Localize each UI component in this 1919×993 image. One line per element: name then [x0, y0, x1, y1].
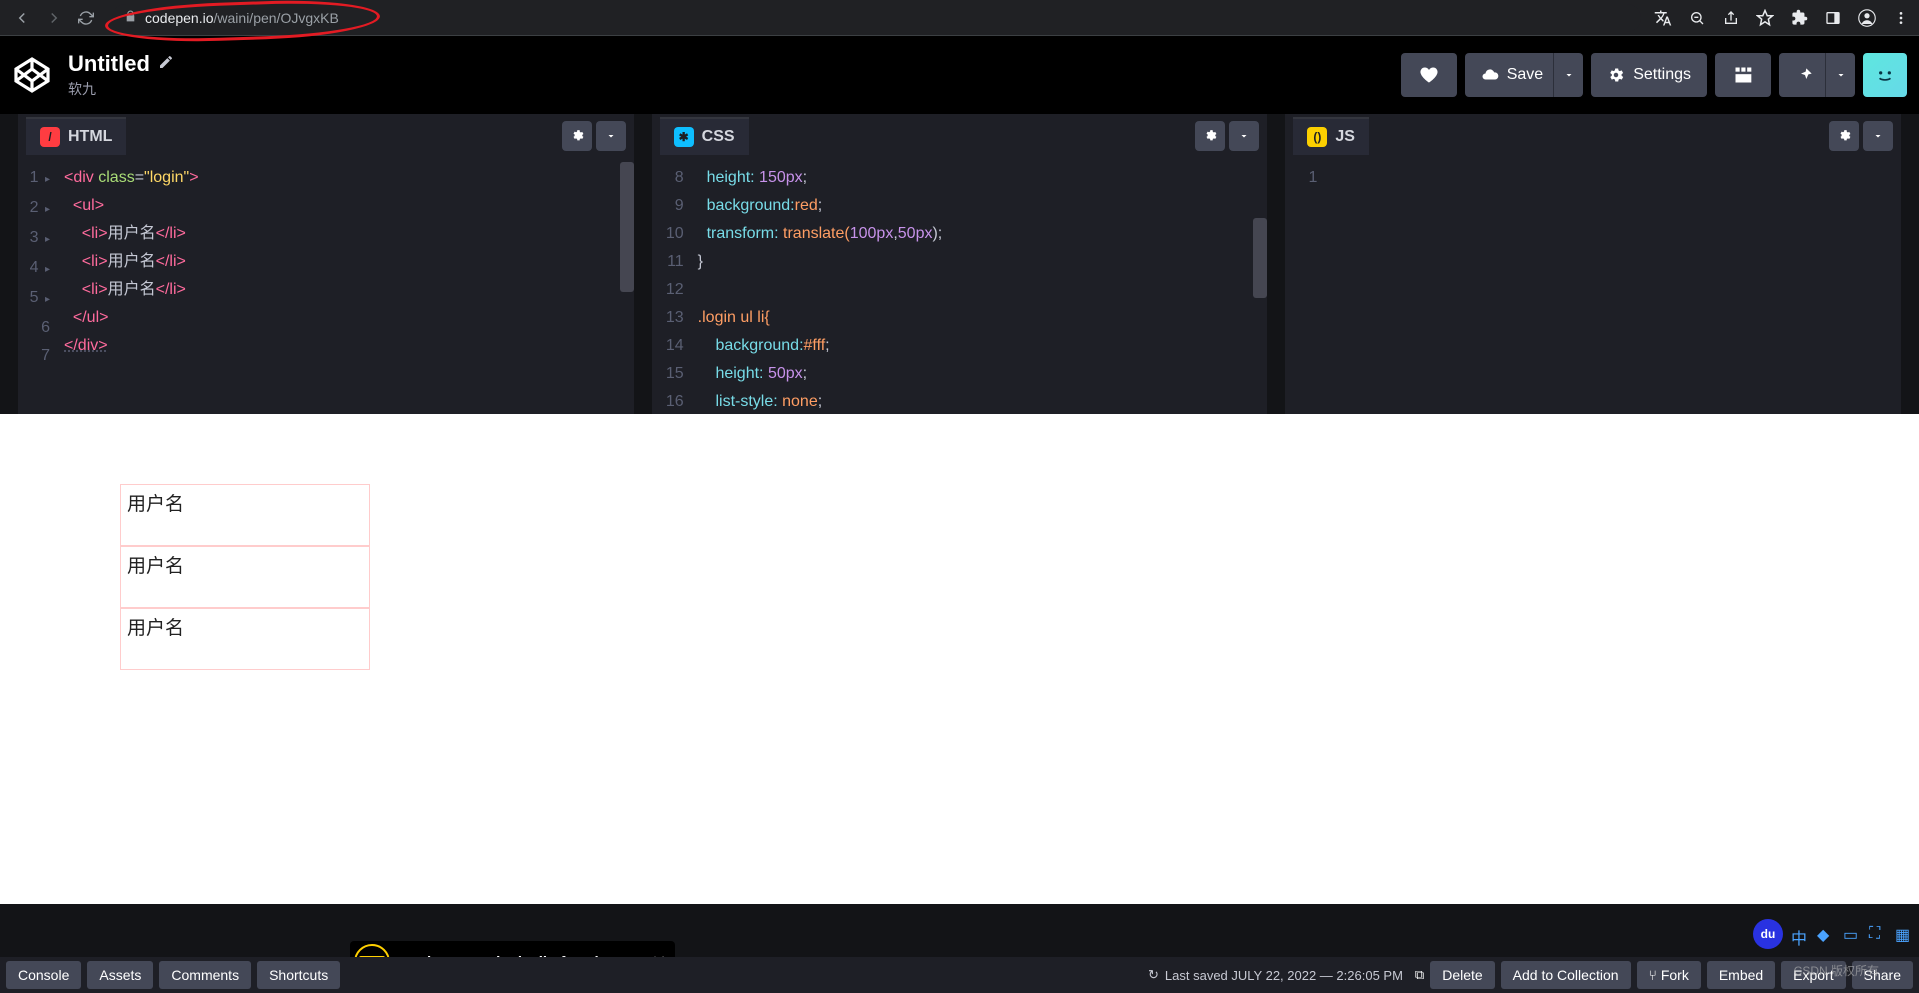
- refresh-icon: ↻: [1148, 967, 1159, 983]
- translate-icon[interactable]: [1653, 8, 1673, 28]
- css-code-area[interactable]: 8910111213141516 height: 150px; backgrou…: [652, 158, 1268, 414]
- css-editor: ✱ CSS 8910111213141516 height: 150px; ba…: [652, 114, 1268, 414]
- css-icon: ✱: [674, 127, 694, 147]
- login-output: 用户名 用户名 用户名: [120, 484, 370, 670]
- css-scrollbar[interactable]: [1253, 218, 1267, 298]
- sidepanel-icon[interactable]: [1823, 8, 1843, 28]
- like-button[interactable]: [1401, 53, 1457, 97]
- shortcuts-button[interactable]: Shortcuts: [257, 961, 340, 989]
- app-header: Untitled 软九 Save Settings: [0, 36, 1919, 114]
- js-editor: () JS 1: [1285, 114, 1901, 414]
- pin-dropdown[interactable]: [1825, 53, 1855, 97]
- ext-mini-icon[interactable]: ▦: [1895, 925, 1913, 943]
- ext-mini-icon[interactable]: ◆: [1817, 925, 1835, 943]
- user-avatar[interactable]: [1863, 53, 1907, 97]
- menu-icon[interactable]: [1891, 8, 1911, 28]
- css-settings-icon[interactable]: [1195, 121, 1225, 151]
- zoom-icon[interactable]: [1687, 8, 1707, 28]
- delete-button[interactable]: Delete: [1430, 961, 1494, 989]
- url-host: codepen.io: [145, 10, 214, 26]
- css-label: CSS: [702, 128, 735, 146]
- html-editor: / HTML 1 ▸2 ▸3 ▸4 ▸5 ▸67 <div class="log…: [18, 114, 634, 414]
- html-scrollbar[interactable]: [620, 162, 634, 292]
- profile-icon[interactable]: [1857, 8, 1877, 28]
- share-button[interactable]: Share: [1852, 961, 1913, 989]
- address-bar[interactable]: codepen.io/waini/pen/OJvgxKB: [112, 4, 1641, 32]
- embed-button[interactable]: Embed: [1707, 961, 1775, 989]
- baidu-icon[interactable]: du: [1753, 919, 1783, 949]
- html-gutter: 1 ▸2 ▸3 ▸4 ▸5 ▸67: [18, 158, 58, 414]
- save-button[interactable]: Save: [1465, 53, 1559, 97]
- footer-bar: Console Assets Comments Shortcuts ↻ Last…: [0, 957, 1919, 993]
- js-tab[interactable]: () JS: [1293, 117, 1369, 155]
- editor-row: / HTML 1 ▸2 ▸3 ▸4 ▸5 ▸67 <div class="log…: [0, 114, 1919, 414]
- save-label: Save: [1507, 66, 1543, 84]
- fork-button[interactable]: ⑂ Fork: [1637, 961, 1701, 989]
- html-label: HTML: [68, 128, 112, 146]
- edit-title-icon[interactable]: [158, 54, 174, 75]
- comments-button[interactable]: Comments: [159, 961, 251, 989]
- css-tab-bar: ✱ CSS: [652, 114, 1268, 158]
- pen-author[interactable]: 软九: [68, 79, 1393, 99]
- list-item: 用户名: [120, 546, 370, 608]
- js-settings-icon[interactable]: [1829, 121, 1859, 151]
- ext-mini-icon[interactable]: ▭: [1843, 925, 1861, 943]
- share-icon[interactable]: [1721, 8, 1741, 28]
- ext-mini-icon[interactable]: ⛶: [1869, 925, 1887, 943]
- console-button[interactable]: Console: [6, 961, 81, 989]
- html-tab-bar: / HTML: [18, 114, 634, 158]
- codepen-logo-icon[interactable]: [12, 55, 52, 95]
- js-code-area[interactable]: 1: [1285, 158, 1901, 414]
- css-dropdown-icon[interactable]: [1229, 121, 1259, 151]
- export-button[interactable]: Export: [1781, 961, 1845, 989]
- add-collection-button[interactable]: Add to Collection: [1501, 961, 1631, 989]
- html-dropdown-icon[interactable]: [596, 121, 626, 151]
- js-dropdown-icon[interactable]: [1863, 121, 1893, 151]
- html-tab[interactable]: / HTML: [26, 117, 126, 155]
- browser-extensions: [1653, 8, 1911, 28]
- browser-toolbar: codepen.io/waini/pen/OJvgxKB: [0, 0, 1919, 36]
- html-icon: /: [40, 127, 60, 147]
- forward-button[interactable]: [40, 4, 68, 32]
- list-item: 用户名: [120, 484, 370, 546]
- lock-icon: [124, 10, 137, 26]
- settings-label: Settings: [1633, 66, 1691, 84]
- assets-button[interactable]: Assets: [87, 961, 153, 989]
- layout-button[interactable]: [1715, 53, 1771, 97]
- open-external-icon[interactable]: ⧉: [1415, 967, 1424, 983]
- preview-pane: 用户名 用户名 用户名: [0, 414, 1919, 904]
- star-icon[interactable]: [1755, 8, 1775, 28]
- js-icon: (): [1307, 127, 1327, 147]
- reload-button[interactable]: [72, 4, 100, 32]
- js-tab-bar: () JS: [1285, 114, 1901, 158]
- pin-button[interactable]: [1779, 53, 1831, 97]
- settings-button[interactable]: Settings: [1591, 53, 1707, 97]
- js-label: JS: [1335, 128, 1355, 146]
- extensions-icon[interactable]: [1789, 8, 1809, 28]
- list-item: 用户名: [120, 608, 370, 670]
- html-settings-icon[interactable]: [562, 121, 592, 151]
- css-gutter: 8910111213141516: [652, 158, 692, 414]
- ext-mini-icon[interactable]: 中: [1791, 925, 1809, 943]
- back-button[interactable]: [8, 4, 36, 32]
- pen-title: Untitled: [68, 51, 150, 77]
- extension-overlay: du 中 ◆ ▭ ⛶ ▦: [1753, 919, 1913, 949]
- save-status: ↻ Last saved JULY 22, 2022 — 2:26:05 PM …: [1148, 967, 1424, 983]
- html-code-area[interactable]: 1 ▸2 ▸3 ▸4 ▸5 ▸67 <div class="login"> <u…: [18, 158, 634, 414]
- css-tab[interactable]: ✱ CSS: [660, 117, 749, 155]
- url-path: /waini/pen/OJvgxKB: [214, 10, 339, 26]
- css-code[interactable]: height: 150px; background:red; transform…: [692, 158, 1268, 414]
- html-code[interactable]: <div class="login"> <ul> <li>用户名</li> <l…: [58, 158, 634, 414]
- js-gutter: 1: [1285, 158, 1325, 414]
- save-dropdown[interactable]: [1553, 53, 1583, 97]
- js-code[interactable]: [1325, 158, 1901, 414]
